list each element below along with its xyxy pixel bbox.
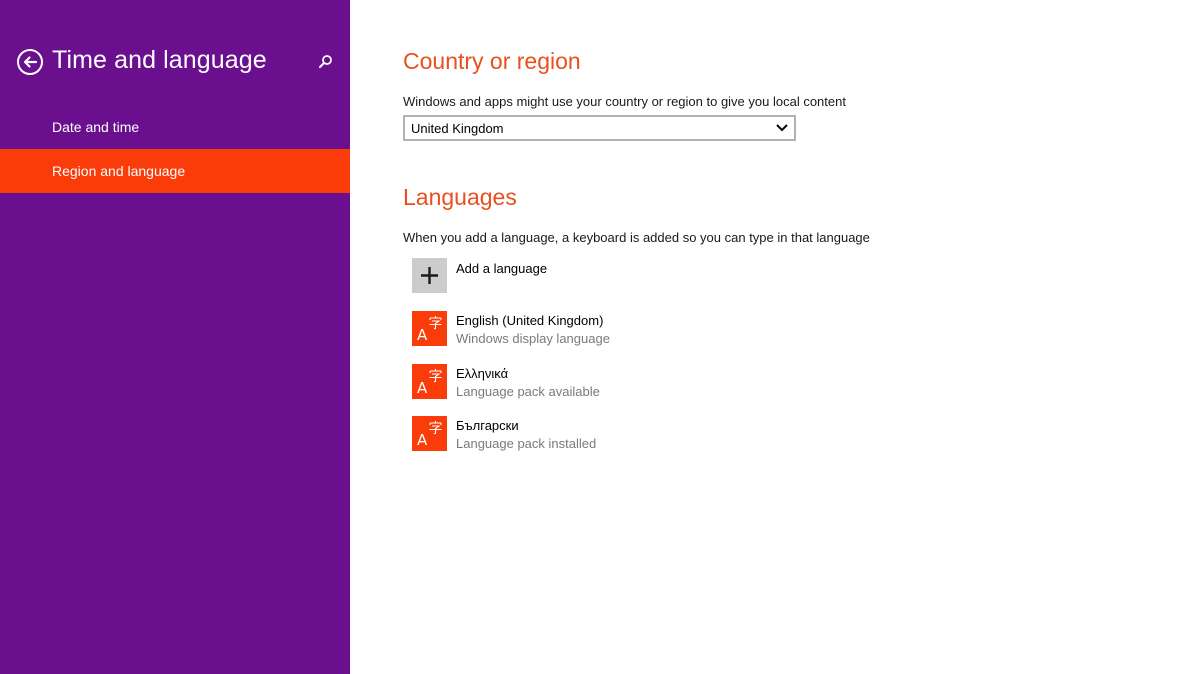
country-dropdown[interactable]: United Kingdom	[403, 115, 796, 141]
sidebar-nav: Date and time Region and language	[0, 105, 350, 193]
language-status: Windows display language	[456, 331, 610, 346]
page-title: Time and language	[52, 46, 267, 74]
country-description: Windows and apps might use your country …	[403, 94, 846, 109]
language-icon: A	[412, 311, 447, 346]
character-icon	[429, 316, 442, 330]
main-content: Country or region Windows and apps might…	[351, 0, 1200, 674]
language-name: Български	[456, 418, 519, 433]
language-icon: A	[412, 364, 447, 399]
add-language-button[interactable]: Add a language	[412, 258, 912, 294]
sidebar: Time and language Date and time Region a…	[0, 0, 350, 674]
languages-description: When you add a language, a keyboard is a…	[403, 230, 870, 245]
sidebar-header: Time and language	[0, 44, 350, 80]
language-icon: A	[412, 416, 447, 451]
character-icon	[429, 421, 442, 435]
chevron-down-icon	[776, 124, 788, 132]
sidebar-item-region-and-language[interactable]: Region and language	[0, 149, 350, 193]
back-arrow-circle-icon	[17, 49, 43, 75]
language-name: Ελληνικά	[456, 366, 509, 381]
language-item-bulgarian[interactable]: A Български Language pack installed	[412, 416, 912, 452]
settings-window: Time and language Date and time Region a…	[0, 0, 1200, 674]
country-dropdown-value: United Kingdom	[411, 121, 504, 136]
add-language-label: Add a language	[456, 261, 548, 276]
character-icon	[429, 369, 442, 383]
languages-section-title: Languages	[403, 184, 517, 210]
search-button[interactable]	[316, 52, 336, 72]
plus-icon	[421, 267, 438, 284]
language-name: English (United Kingdom)	[456, 313, 604, 328]
country-section-title: Country or region	[403, 48, 581, 74]
language-status: Language pack available	[456, 384, 600, 399]
language-item-greek[interactable]: A Ελληνικά Language pack available	[412, 364, 912, 400]
sidebar-item-date-and-time[interactable]: Date and time	[0, 105, 350, 149]
back-button[interactable]	[16, 48, 44, 76]
language-status: Language pack installed	[456, 436, 597, 451]
add-language-tile	[412, 258, 447, 293]
search-icon	[319, 55, 332, 68]
language-item-english[interactable]: A English (United Kingdom) Windows displ…	[412, 311, 912, 347]
